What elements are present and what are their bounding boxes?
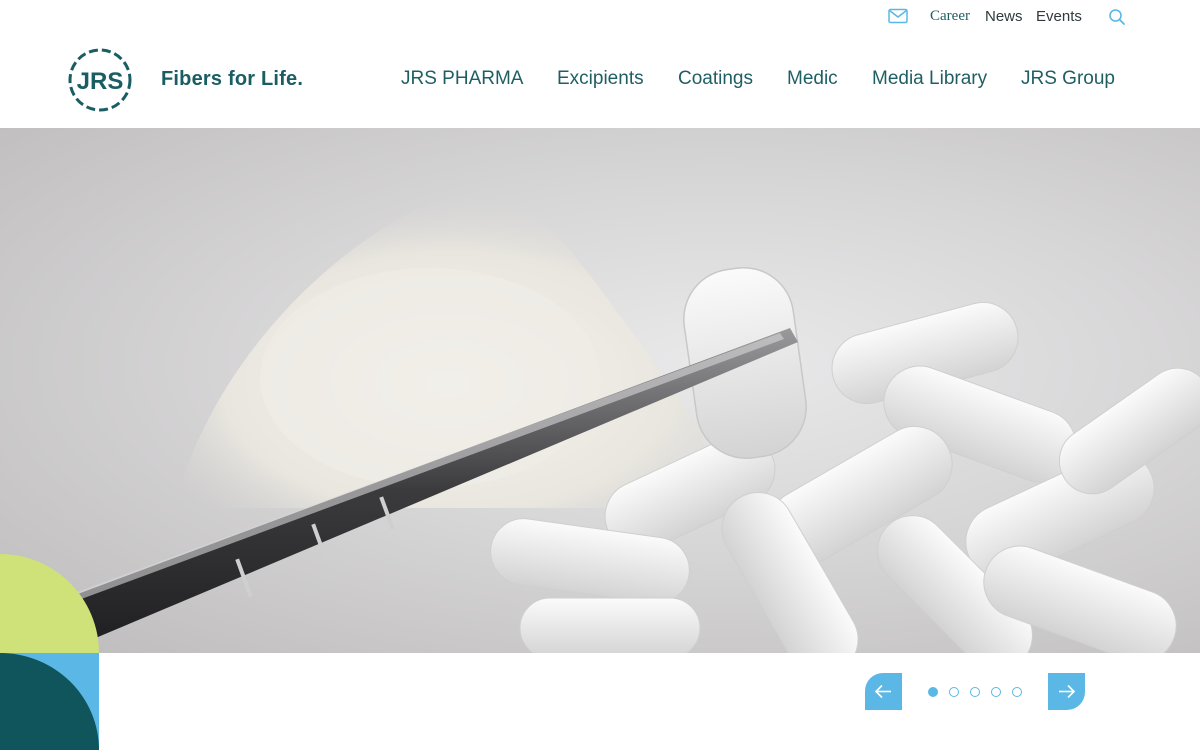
utility-bar: Career News Events <box>0 0 1200 34</box>
hero-image <box>0 128 1200 653</box>
slider-dot[interactable] <box>949 687 959 697</box>
slider-dot[interactable] <box>970 687 980 697</box>
arrow-right-icon <box>1059 684 1076 699</box>
slider-dot[interactable] <box>1012 687 1022 697</box>
events-link[interactable]: Events <box>1036 8 1082 25</box>
news-link[interactable]: News <box>985 8 1023 25</box>
nav-item-medic[interactable]: Medic <box>787 68 838 90</box>
nav-item-media-library[interactable]: Media Library <box>872 68 987 90</box>
career-link[interactable]: Career <box>930 8 970 25</box>
search-icon[interactable] <box>1108 8 1126 26</box>
nav-item-jrs-pharma[interactable]: JRS PHARMA <box>401 68 523 90</box>
nav-item-excipients[interactable]: Excipients <box>557 68 644 90</box>
nav-item-coatings[interactable]: Coatings <box>678 68 753 90</box>
arrow-left-icon <box>874 684 891 699</box>
mail-icon[interactable] <box>888 8 908 24</box>
main-nav: JRS PHARMA Excipients Coatings Medic Med… <box>0 68 1200 94</box>
slider-dot[interactable] <box>991 687 1001 697</box>
slider-next-button[interactable] <box>1048 673 1085 710</box>
slider-dot[interactable] <box>928 687 938 697</box>
nav-item-jrs-group[interactable]: JRS Group <box>1021 68 1115 90</box>
slider-prev-button[interactable] <box>865 673 902 710</box>
